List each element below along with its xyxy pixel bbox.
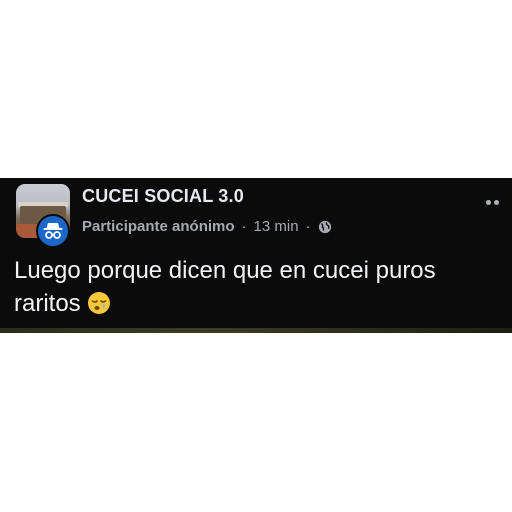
globe-icon (318, 220, 331, 233)
post-time[interactable]: 13 min (254, 218, 299, 235)
anonymous-avatar-icon[interactable] (36, 214, 70, 248)
post-body: Luego porque dicen que en cucei puros ra… (14, 254, 504, 320)
dot (486, 200, 491, 205)
post-card: CUCEI SOCIAL 3.0 Participante anónimo · … (0, 178, 512, 333)
meta-separator: · (241, 218, 247, 235)
sleepy-face-emoji-icon (87, 292, 110, 314)
author-name[interactable]: Participante anónimo (82, 218, 235, 235)
next-post-preview-strip (0, 328, 512, 333)
more-options-icon[interactable] (486, 192, 504, 205)
meta-separator: · (305, 218, 311, 235)
group-name[interactable]: CUCEI SOCIAL 3.0 (82, 186, 244, 207)
post-header: CUCEI SOCIAL 3.0 Participante anónimo · … (12, 184, 504, 248)
incognito-icon (43, 223, 63, 239)
post-meta: Participante anónimo · 13 min · (82, 218, 332, 235)
dot (494, 200, 499, 205)
post-text: Luego porque dicen que en cucei puros ra… (14, 257, 436, 317)
